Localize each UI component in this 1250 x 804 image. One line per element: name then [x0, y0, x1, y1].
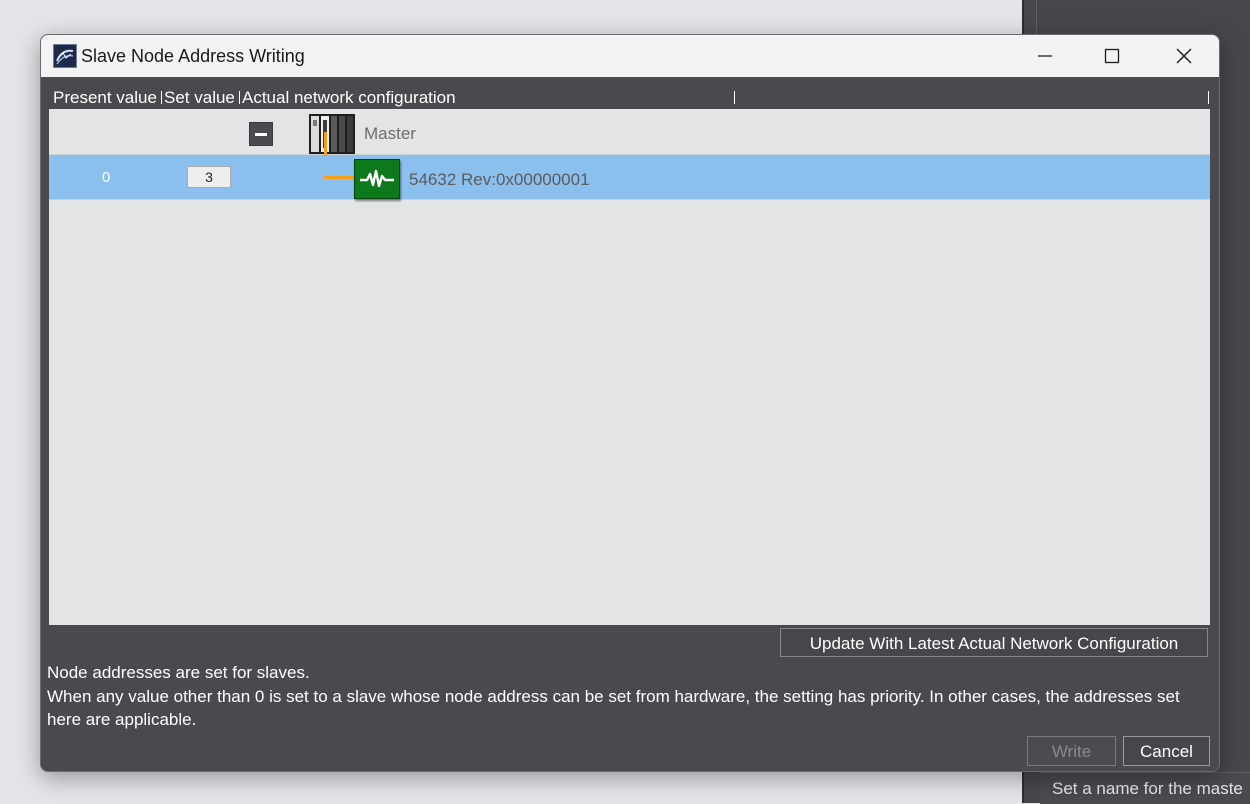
maximize-icon — [1104, 48, 1120, 64]
column-header-network-config[interactable]: Actual network configuration — [242, 88, 456, 108]
background-status-text: Set a name for the maste — [1040, 772, 1250, 804]
controller-icon — [309, 114, 357, 159]
column-resize-handle[interactable] — [161, 91, 162, 104]
info-line-2: When any value other than 0 is set to a … — [47, 686, 1180, 730]
info-line-1: Node addresses are set for slaves. — [47, 663, 310, 682]
collapse-toggle[interactable] — [249, 122, 273, 146]
close-button[interactable] — [1155, 35, 1213, 77]
write-button[interactable]: Write — [1027, 736, 1116, 766]
table-row-master[interactable]: Master — [49, 110, 1210, 155]
network-config-grid[interactable]: Present value Set value Actual network c… — [49, 85, 1210, 625]
column-resize-handle[interactable] — [734, 91, 735, 104]
slave-device-icon — [354, 159, 400, 199]
dialog-title: Slave Node Address Writing — [81, 46, 305, 66]
tree-connector-horizontal — [324, 176, 354, 179]
column-header-present-value[interactable]: Present value — [53, 88, 157, 108]
table-row-slave[interactable]: 0 3 — [49, 155, 1210, 200]
tree-connector-vertical — [324, 132, 327, 156]
minimize-button[interactable] — [1016, 35, 1074, 77]
column-header-set-value[interactable]: Set value — [164, 88, 235, 108]
set-value-input[interactable]: 3 — [187, 166, 231, 188]
title-bar[interactable]: Slave Node Address Writing — [41, 35, 1219, 77]
maximize-button[interactable] — [1083, 35, 1141, 77]
info-text: Node addresses are set for slaves. When … — [47, 661, 1207, 732]
cancel-button[interactable]: Cancel — [1123, 736, 1210, 766]
update-network-config-button[interactable]: Update With Latest Actual Network Config… — [780, 628, 1208, 657]
present-value-cell: 0 — [102, 169, 111, 186]
minus-icon — [255, 132, 267, 136]
app-icon — [53, 44, 77, 68]
master-label: Master — [364, 124, 416, 143]
column-resize-handle[interactable] — [239, 91, 240, 104]
column-resize-handle[interactable] — [1208, 91, 1209, 104]
close-icon — [1176, 48, 1192, 64]
minimize-icon — [1038, 55, 1052, 57]
slave-device-label: 54632 Rev:0x00000001 — [409, 170, 590, 189]
grid-header: Present value Set value Actual network c… — [49, 85, 1210, 109]
slave-node-address-dialog: Slave Node Address Writing Present value… — [40, 34, 1220, 772]
